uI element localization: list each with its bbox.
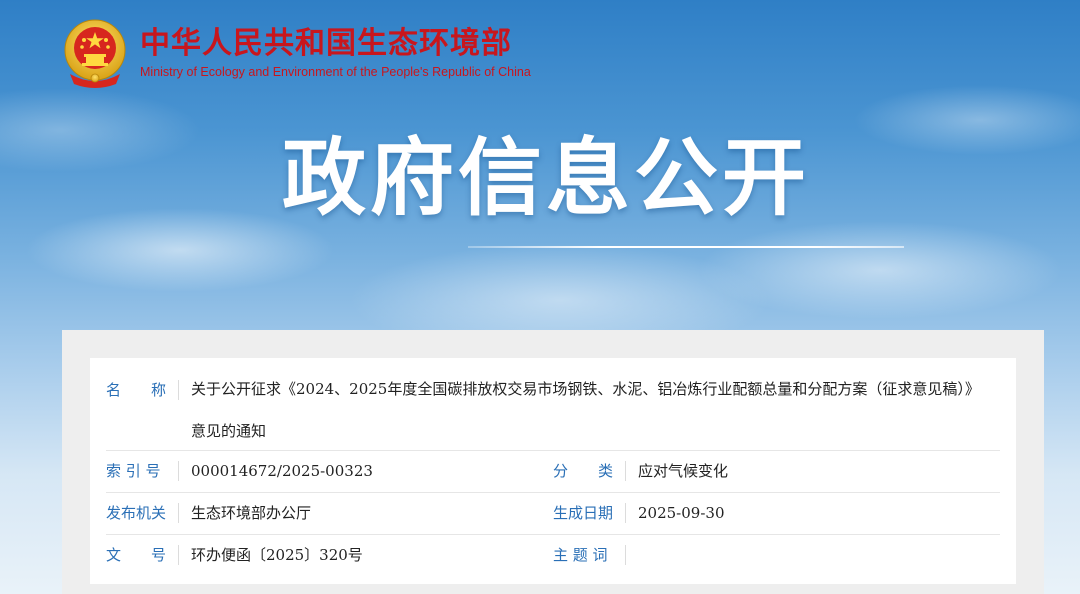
cell-divider	[178, 545, 179, 565]
cell-divider	[178, 461, 179, 481]
cell-divider	[625, 461, 626, 481]
banner-title: 政府信息公开	[282, 129, 811, 227]
category-label: 分 类	[553, 462, 614, 480]
info-row-name: 名 称 关于公开征求《2024、2025年度全国碳排放权交易市场钢铁、水泥、铝冶…	[90, 358, 1016, 450]
index-value: 000014672/2025-00323	[191, 462, 373, 480]
cell-divider	[625, 545, 626, 565]
document-info-table: 名 称 关于公开征求《2024、2025年度全国碳排放权交易市场钢铁、水泥、铝冶…	[90, 358, 1016, 584]
ministry-name-cn: 中华人民共和国生态环境部	[140, 26, 512, 61]
info-row-issuer: 发布机关 生态环境部办公厅 生成日期 2025-09-30	[90, 493, 1016, 534]
info-row-index: 索 引 号 000014672/2025-00323 分 类 应对气候变化	[90, 451, 1016, 492]
cell-divider	[178, 380, 179, 400]
index-label: 索 引 号	[106, 462, 161, 480]
name-label: 名 称	[106, 381, 167, 399]
subject-label: 主 题 词	[553, 546, 608, 564]
site-header[interactable]: 中华人民共和国生态环境部 Ministry of Ecology and Env…	[62, 18, 531, 88]
ministry-name-en: Ministry of Ecology and Environment of t…	[140, 65, 531, 79]
banner-underline	[468, 246, 904, 248]
doc-number-value: 环办便函〔2025〕320号	[191, 546, 363, 564]
info-row-docno: 文 号 环办便函〔2025〕320号 主 题 词	[90, 535, 1016, 576]
issuer-label: 发布机关	[106, 504, 167, 522]
issuer-value: 生态环境部办公厅	[191, 504, 312, 522]
doc-number-label: 文 号	[106, 546, 167, 564]
category-value[interactable]: 应对气候变化	[638, 461, 728, 481]
cell-divider	[178, 503, 179, 523]
cell-divider	[625, 503, 626, 523]
document-title: 关于公开征求《2024、2025年度全国碳排放权交易市场钢铁、水泥、铝冶炼行业配…	[191, 380, 980, 440]
national-emblem-icon	[62, 18, 128, 88]
date-value: 2025-09-30	[638, 504, 725, 522]
date-label: 生成日期	[553, 504, 614, 522]
